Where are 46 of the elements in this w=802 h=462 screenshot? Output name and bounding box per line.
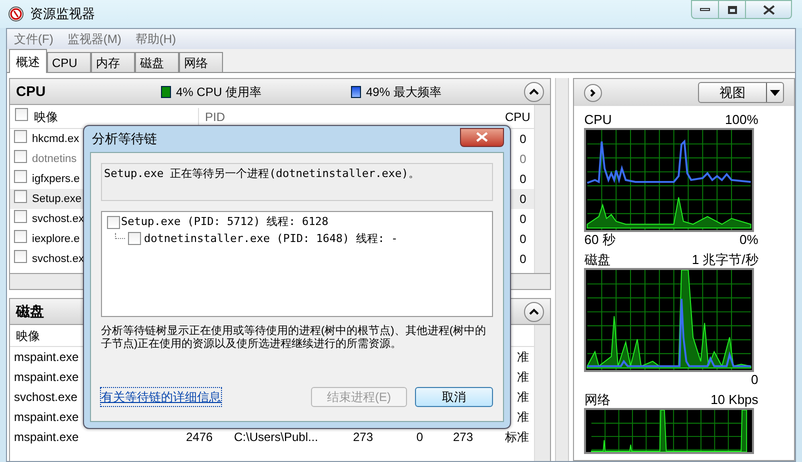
table-cell-text: dotnetins <box>32 152 77 167</box>
table-cell: 0 <box>416 430 423 444</box>
table-cell-text: Setup.exe <box>32 192 82 207</box>
table-cell: 2476 <box>186 430 213 444</box>
table-cell: 准 <box>517 390 529 404</box>
table-cell-text: svchost.ex <box>32 252 84 267</box>
table-cell: mspaint.exe <box>14 350 79 364</box>
table-cell-text: 0 <box>520 231 528 248</box>
table-cell-text: 0 <box>520 151 528 168</box>
table-cell: 273 <box>352 430 373 444</box>
table-cell-text: 0 <box>520 191 528 208</box>
cpu-usage-text: 4% CPU 使用率 <box>176 84 262 100</box>
dialog-title: 分析等待链 <box>91 130 157 148</box>
graph-scale: 100% <box>725 112 758 128</box>
graph-scale: 0% <box>739 232 758 248</box>
table-cell: mspaint.exe <box>14 430 79 444</box>
graph-time: 60 秒 <box>584 232 616 247</box>
table-cell: mspaint.exe <box>14 410 79 424</box>
message-box: Setup.exe 正在等待另一个进程(dotnetinstaller.exe)。 <box>101 163 493 201</box>
table-cell-text: iexplore.e <box>32 232 80 247</box>
table-cell-text: 0 <box>520 251 528 268</box>
table-cell: 准 <box>517 410 529 424</box>
graph-scale: 10 Kbps <box>710 392 758 408</box>
table-cell: 准 <box>517 350 529 364</box>
window-title: 资源监视器 <box>30 5 95 24</box>
graph-scale: 1 兆字节/秒 <box>692 252 758 268</box>
table-cell: mspaint.exe <box>14 370 79 384</box>
graph-title: CPU <box>584 112 612 128</box>
table-cell: 273 <box>452 430 473 444</box>
section-title: CPU <box>16 82 47 101</box>
section-title: 磁盘 <box>16 302 44 321</box>
frequency-text: 49% 最大频率 <box>366 84 442 100</box>
table-cell-text: igfxpers.e <box>32 172 80 187</box>
table-cell: 准 <box>517 370 529 384</box>
graph-title: 磁盘 <box>584 252 610 268</box>
table-cell-text: 0 <box>520 171 528 188</box>
table-cell-text: hkcmd.ex <box>32 132 80 147</box>
description-text: 分析等待链树显示正在使用或等待使用的进程(树中的根节点)、其他进程(树中的子节点)正在使用的资源以及使所选进程继续进行的所需资源。 <box>101 325 487 351</box>
table-cell-text: 0 <box>520 131 528 148</box>
table-cell: C:\Users\Publ... <box>234 430 318 444</box>
table-cell-text: 0 <box>520 211 528 228</box>
graph-title: 网络 <box>584 392 610 408</box>
table-cell-text: svchost.ex <box>32 212 84 227</box>
graph-scale: 0 <box>751 372 758 388</box>
table-cell: 标准 <box>505 430 529 444</box>
table-cell: svchost.exe <box>14 390 78 404</box>
